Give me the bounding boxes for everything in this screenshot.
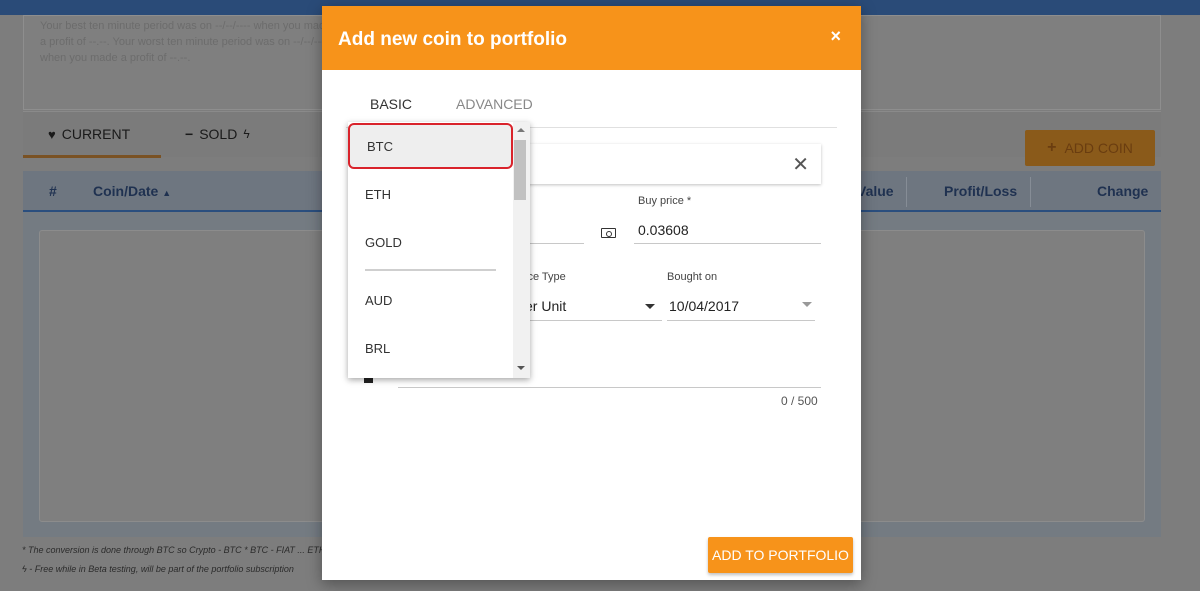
bought-on-label: Bought on [667,271,718,283]
minus-icon: − [185,126,194,142]
scroll-down-icon[interactable] [517,366,525,370]
tab-sold[interactable]: − SOLD ϟ [185,126,250,142]
plus-icon: + [1047,139,1057,156]
price-type-label: ice Type [525,271,566,283]
add-coin-label: ADD COIN [1064,140,1133,156]
header-coin-date[interactable]: Coin/Date ▲ [93,183,171,199]
coin-dropdown-list: BTC ETH GOLD AUD BRL [348,122,530,378]
note-field-underline[interactable] [398,387,821,388]
chevron-down-icon [645,304,655,309]
scroll-up-icon[interactable] [517,128,525,132]
cash-icon [601,228,616,238]
tab-advanced[interactable]: ADVANCED [456,96,533,112]
header-profit-loss[interactable]: Profit/Loss [944,183,1017,199]
price-type-underline [521,320,662,321]
bolt-icon: ϟ [243,127,250,141]
stats-text: Your best ten minute period was on --/--… [40,20,332,64]
chevron-down-icon [802,302,812,307]
tab-current[interactable]: ♥ CURRENT [23,112,161,158]
dropdown-item-brl[interactable]: BRL [348,325,513,371]
modal-tabs: BASIC ADVANCED [346,70,837,128]
tab-sold-label: SOLD [199,126,238,142]
bought-on-underline [667,320,815,321]
dropdown-item-eth[interactable]: ETH [348,171,513,217]
dropdown-item-gold[interactable]: GOLD [348,219,513,265]
footnote-beta: ϟ - Free while in Beta testing, will be … [22,564,294,574]
bought-on-input[interactable]: 10/04/2017 [669,298,739,314]
coin-select[interactable]: ✕ [521,144,821,184]
header-value[interactable]: Value [857,183,894,199]
tab-current-label: CURRENT [61,126,131,142]
header-separator [1030,177,1031,207]
dropdown-item-btc[interactable]: BTC [348,123,513,169]
header-change[interactable]: Change [1097,183,1148,199]
dropdown-divider [365,269,496,271]
header-index: # [49,183,57,199]
close-icon[interactable]: × [830,26,841,47]
heartbeat-icon: ♥ [48,126,56,142]
header-separator [906,177,907,207]
dropdown-item-aud[interactable]: AUD [348,277,513,323]
sort-asc-icon: ▲ [162,188,172,198]
buy-price-underline [634,243,821,244]
add-coin-button[interactable]: + ADD COIN [1025,130,1155,166]
modal-title: Add new coin to portfolio [338,29,568,50]
buy-price-label: Buy price * [638,195,692,207]
price-type-select[interactable]: er Unit [525,298,566,314]
buy-price-input[interactable]: 0.03608 [638,222,689,238]
note-char-counter: 0 / 500 [781,394,818,408]
clear-icon[interactable]: ✕ [792,152,809,177]
modal-header: Add new coin to portfolio × [322,6,861,70]
dropdown-scroll-thumb[interactable] [514,140,526,200]
add-to-portfolio-button[interactable]: ADD TO PORTFOLIO [708,537,853,573]
amount-field-underline [521,243,584,244]
tab-basic[interactable]: BASIC [370,96,412,112]
